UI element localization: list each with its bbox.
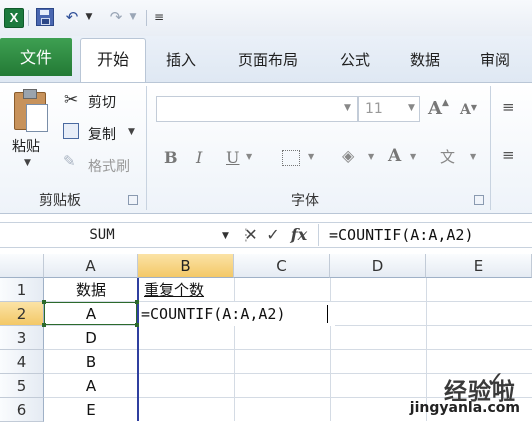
paste-paper-icon — [26, 104, 48, 132]
scissors-icon: ✂ — [64, 90, 79, 110]
grow-font-icon[interactable]: A▲ — [428, 98, 449, 119]
copy-button[interactable]: 复制 — [88, 124, 116, 144]
paste-dropdown-icon[interactable]: ▼ — [24, 158, 31, 168]
fill-color-icon[interactable]: ◈ — [342, 146, 354, 165]
font-name-select[interactable] — [156, 96, 358, 122]
font-size-dropdown-icon[interactable]: ▼ — [408, 103, 415, 113]
format-painter-icon: ✎ — [63, 152, 76, 170]
copy-dropdown-icon[interactable]: ▼ — [128, 127, 135, 137]
underline-button[interactable]: U — [226, 148, 239, 167]
watermark-url: jingyanla.com — [409, 400, 520, 416]
font-name-dropdown-icon[interactable]: ▼ — [344, 103, 351, 113]
row-header-6[interactable]: 6 — [0, 398, 44, 422]
phonetic-dropdown-icon[interactable]: ▼ — [470, 152, 476, 161]
text-cursor — [327, 305, 328, 323]
align-left-icon[interactable]: ≡ — [502, 146, 515, 164]
bold-button[interactable]: B — [164, 148, 178, 167]
align-top-icon[interactable]: ≡ — [502, 98, 515, 116]
tab-insert[interactable]: 插入 — [158, 46, 204, 74]
row-header-5[interactable]: 5 — [0, 374, 44, 398]
customize-toolbar-icon[interactable]: ≡ — [152, 7, 166, 27]
tab-review[interactable]: 审阅 — [472, 46, 518, 74]
border-dropdown-icon[interactable]: ▼ — [308, 152, 314, 161]
cell-a3[interactable]: D — [44, 326, 138, 350]
name-box-dropdown-icon[interactable]: ▼ — [222, 231, 229, 241]
divider — [146, 10, 147, 26]
enter-icon[interactable]: ✓ — [264, 224, 282, 246]
row-header-2[interactable]: 2 — [0, 302, 44, 326]
column-header-b[interactable]: B — [138, 254, 234, 278]
tab-formulas[interactable]: 公式 — [332, 46, 378, 74]
divider — [28, 10, 29, 26]
font-launcher-icon[interactable] — [474, 195, 484, 205]
insert-function-button[interactable]: fx — [288, 224, 310, 246]
clipboard-launcher-icon[interactable] — [128, 195, 138, 205]
formula-input[interactable]: =COUNTIF(A:A,A2) — [318, 224, 532, 246]
row-header-3[interactable]: 3 — [0, 326, 44, 350]
tab-home[interactable]: 开始 — [80, 38, 146, 82]
cell-a5[interactable]: A — [44, 374, 138, 398]
cell-b1[interactable]: 重复个数 — [144, 278, 236, 302]
tab-page-layout[interactable]: 页面布局 — [228, 46, 308, 74]
format-painter-button[interactable]: 格式刷 — [88, 156, 130, 176]
tab-file[interactable]: 文件 — [0, 38, 72, 76]
fill-color-dropdown-icon[interactable]: ▼ — [368, 152, 374, 161]
row-header-4[interactable]: 4 — [0, 350, 44, 374]
row-header-1[interactable]: 1 — [0, 278, 44, 302]
italic-button[interactable]: I — [196, 148, 202, 167]
column-header-d[interactable]: D — [330, 254, 426, 278]
column-header-a[interactable]: A — [44, 254, 138, 278]
clipboard-group-label: 剪贴板 — [39, 193, 81, 209]
undo-dropdown-icon[interactable]: ▼ — [84, 7, 94, 27]
font-group-label: 字体 — [291, 193, 319, 209]
undo-icon[interactable]: ↶ — [62, 7, 82, 27]
copy-icon — [63, 123, 79, 139]
redo-icon[interactable]: ↷ — [106, 7, 126, 27]
tab-data[interactable]: 数据 — [402, 46, 448, 74]
redo-dropdown-icon[interactable]: ▼ — [128, 7, 138, 27]
cell-a2[interactable]: A — [44, 302, 138, 326]
font-color-icon[interactable]: A — [388, 146, 401, 166]
column-header-c[interactable]: C — [234, 254, 330, 278]
excel-logo-icon[interactable]: X — [4, 8, 24, 28]
watermark-check-icon: ✓ — [486, 368, 505, 393]
font-color-dropdown-icon[interactable]: ▼ — [410, 152, 416, 161]
name-box[interactable]: SUM — [2, 224, 202, 246]
group-divider — [490, 86, 491, 210]
cancel-icon[interactable]: ✕ — [242, 224, 260, 246]
group-divider — [146, 86, 147, 210]
shrink-font-icon[interactable]: A▼ — [460, 102, 477, 118]
phonetic-icon[interactable]: 文 — [440, 146, 455, 167]
border-icon[interactable] — [282, 150, 300, 166]
save-icon[interactable] — [36, 8, 54, 26]
column-header-e[interactable]: E — [426, 254, 532, 278]
cell-a4[interactable]: B — [44, 350, 138, 374]
cell-a6[interactable]: E — [44, 398, 138, 422]
select-all-corner[interactable] — [0, 254, 44, 278]
cell-a1[interactable]: 数据 — [44, 278, 138, 302]
paste-button[interactable]: 粘贴 — [12, 136, 40, 156]
cut-button[interactable]: 剪切 — [88, 92, 116, 112]
underline-dropdown-icon[interactable]: ▼ — [246, 152, 252, 161]
cell-b2-editing[interactable]: =COUNTIF(A:A,A2) — [139, 302, 335, 326]
